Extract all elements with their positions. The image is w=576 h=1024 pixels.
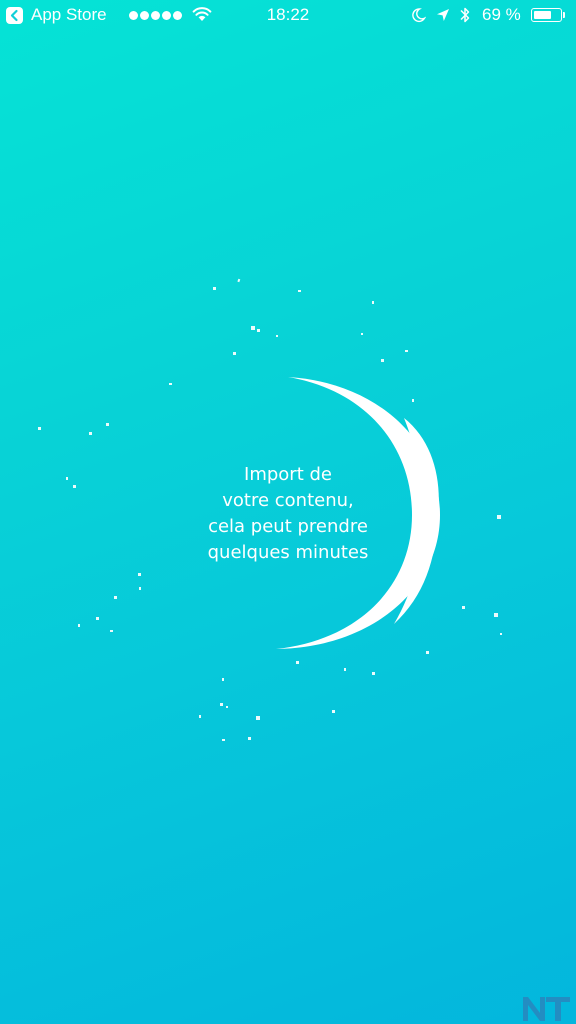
import-loading-screen: App Store 18:22 69 % Import de votre con… <box>0 0 576 1024</box>
loading-message-line: Import de <box>244 464 332 485</box>
loading-message-line: cela peut prendre <box>208 516 368 537</box>
loading-message-line: votre contenu, <box>222 490 354 511</box>
loading-message-line: quelques minutes <box>207 542 369 563</box>
loading-message: Import de votre contenu, cela peut prend… <box>178 462 398 566</box>
nt-watermark-logo <box>523 997 570 1021</box>
